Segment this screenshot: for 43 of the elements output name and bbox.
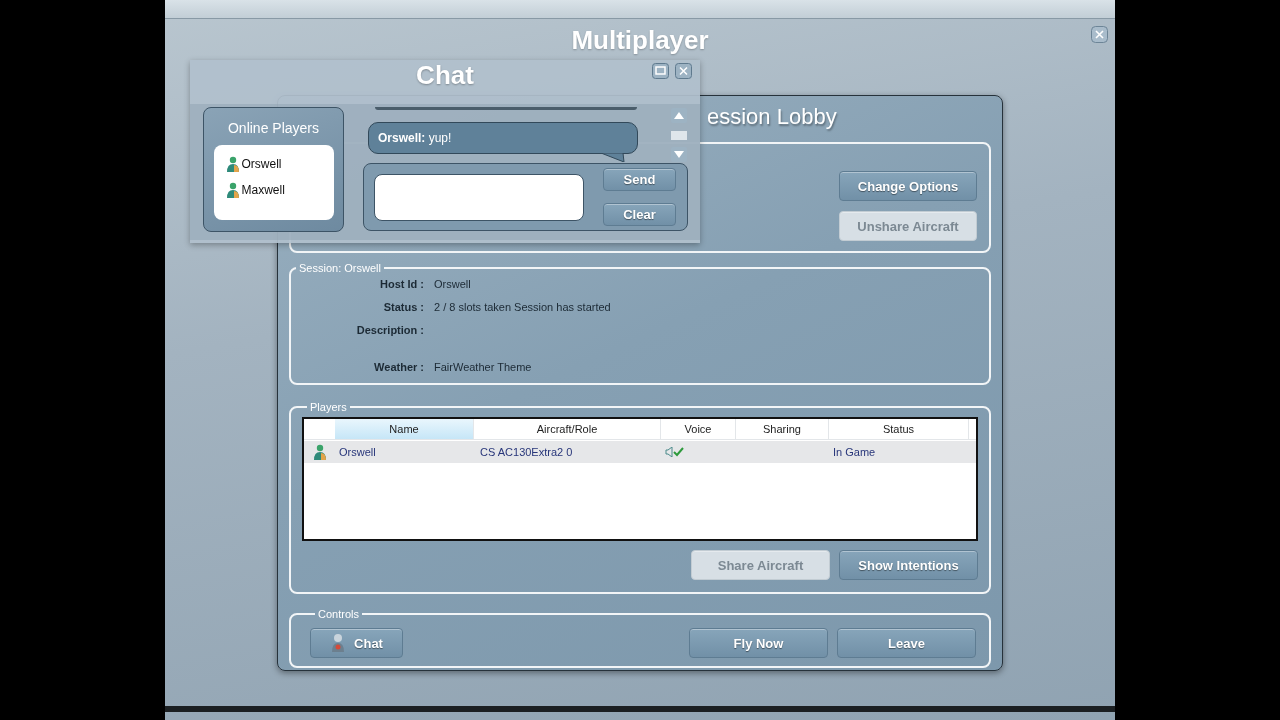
player-name[interactable]: Maxwell	[241, 183, 285, 197]
group-label: Players	[309, 401, 348, 413]
window-title: Multiplayer	[571, 25, 709, 56]
field-value: Orswell	[434, 278, 472, 290]
field-label: Status :	[382, 301, 424, 313]
scrollbar-thumb[interactable]	[671, 130, 687, 140]
column-header[interactable]: Status	[829, 419, 969, 439]
lobby-title: ession Lobby	[707, 104, 837, 129]
fly-now-button[interactable]: Fly Now	[689, 628, 828, 658]
change-options-button[interactable]: Change Options	[839, 171, 977, 201]
field-value: 2 / 8 slots taken Session has started	[434, 301, 612, 313]
clear-button[interactable]: Clear	[603, 203, 676, 226]
table-row[interactable]: Orswell CS AC130Extra2 0 In Game	[304, 441, 976, 463]
table-cell-text: Orswell	[338, 446, 377, 458]
close-icon[interactable]	[675, 63, 692, 79]
speaker-icon	[665, 447, 673, 457]
player-name[interactable]: Orswell	[241, 157, 282, 171]
group-label: Controls	[317, 608, 360, 620]
table-cell-text: In Game	[832, 446, 877, 458]
user-icon	[225, 182, 240, 198]
chat-button[interactable]: Chat	[310, 628, 403, 658]
column-header[interactable]: Sharing	[736, 419, 829, 439]
group-label: Session: Orswell	[298, 262, 382, 274]
column-header[interactable]: Voice	[661, 419, 736, 439]
field-label: Description :	[355, 324, 424, 338]
field-label: Host Id :	[379, 278, 424, 290]
field-value: FairWeather Theme	[434, 361, 533, 373]
table-cell-text: CS AC130Extra2 0	[479, 446, 574, 458]
close-icon[interactable]	[1091, 26, 1108, 43]
chat-title: Chat	[416, 60, 474, 91]
field-label: Weather :	[373, 361, 424, 373]
user-icon	[225, 156, 240, 172]
panel-title: Online Players	[227, 120, 319, 136]
column-header[interactable]: Name	[335, 419, 474, 439]
column-header[interactable]: Aircraft/Role	[474, 419, 661, 439]
show-intentions-button[interactable]: Show Intentions	[839, 550, 978, 580]
message-input[interactable]	[374, 173, 584, 221]
send-button[interactable]: Send	[603, 168, 676, 191]
maximize-icon[interactable]	[652, 63, 669, 79]
person-icon	[330, 633, 347, 653]
chat-message: Orswell: yup!	[378, 131, 452, 145]
leave-button[interactable]: Leave	[837, 628, 976, 658]
user-icon	[312, 444, 327, 460]
